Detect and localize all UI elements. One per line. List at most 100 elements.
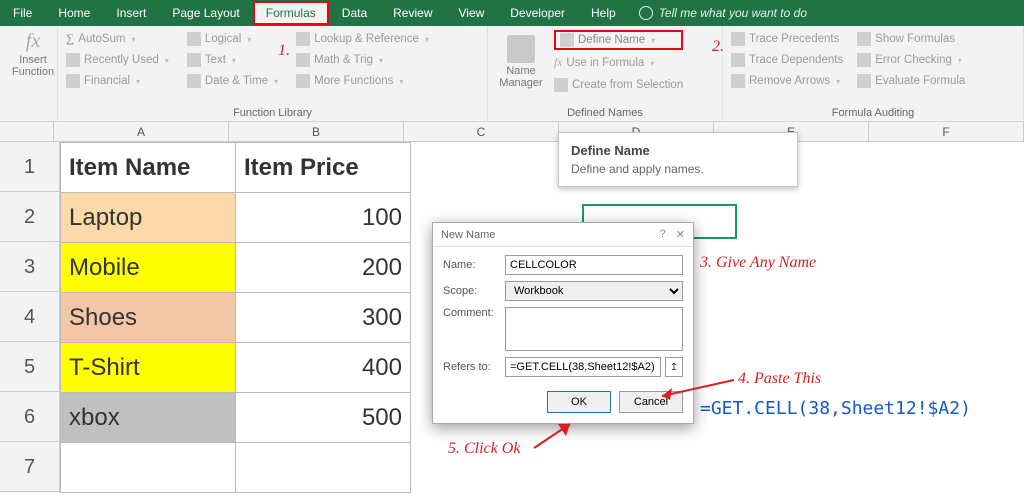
group-insert-function: fx Insert Function [0,26,58,121]
group-label-library: Function Library [66,105,479,119]
col-header-B[interactable]: B [229,122,404,141]
label-name: Name: [443,259,499,271]
label-scope: Scope: [443,285,499,297]
group-label-names: Defined Names [496,105,714,119]
dialog-titlebar[interactable]: New Name ? ✕ [433,223,693,247]
lookup-icon [296,32,310,46]
ribbon-tabs: File Home Insert Page Layout Formulas Da… [0,0,1024,26]
math-button[interactable]: Math & Trig [296,51,429,69]
cell[interactable]: 200 [236,243,411,293]
cell[interactable]: T-Shirt [61,343,236,393]
more-icon [296,74,310,88]
select-all-corner[interactable] [0,122,54,141]
create-from-selection-button[interactable]: Create from Selection [554,76,683,94]
define-name-button[interactable]: Define Name [554,30,683,50]
show-icon [857,32,871,46]
recent-icon [66,53,80,67]
dialog-title: New Name [441,229,495,241]
tab-help[interactable]: Help [578,0,629,26]
sigma-icon: ∑ [66,33,74,45]
show-formulas-button[interactable]: Show Formulas [857,30,965,48]
cell[interactable]: Mobile [61,243,236,293]
tab-pagelayout[interactable]: Page Layout [159,0,252,26]
more-button[interactable]: More Functions [296,72,429,90]
collapse-dialog-button[interactable]: ↥ [665,357,683,377]
tab-file[interactable]: File [0,0,45,26]
cell[interactable]: Item Price [236,143,411,193]
cell[interactable]: 100 [236,193,411,243]
tab-data[interactable]: Data [329,0,380,26]
label-comment: Comment: [443,307,499,319]
trace-precedents-button[interactable]: Trace Precedents [731,30,843,48]
row-headers: 1234567 [0,142,60,493]
row-header-4[interactable]: 4 [0,292,59,342]
insert-function-button[interactable]: fx Insert Function [8,30,58,78]
text-icon [187,53,201,67]
autosum-button[interactable]: ∑AutoSum [66,30,169,48]
tooltip-title: Define Name [571,143,785,158]
name-input[interactable] [505,255,683,275]
precedents-icon [731,32,745,46]
name-manager-button[interactable]: Name Manager [496,30,546,94]
close-icon[interactable]: ✕ [676,228,685,241]
cell[interactable] [61,443,236,493]
row-header-1[interactable]: 1 [0,142,59,192]
financial-button[interactable]: Financial [66,72,169,90]
col-header-C[interactable]: C [404,122,559,141]
define-name-tooltip: Define Name Define and apply names. [558,132,798,187]
sheet-table[interactable]: Item NameItem PriceLaptop100Mobile200Sho… [60,142,411,493]
comment-input[interactable] [505,307,683,351]
label-refers: Refers to: [443,361,499,373]
cell[interactable]: Shoes [61,293,236,343]
row-header-6[interactable]: 6 [0,392,59,442]
trace-dependents-button[interactable]: Trace Dependents [731,51,843,69]
recent-button[interactable]: Recently Used [66,51,169,69]
refers-to-input[interactable] [505,357,661,377]
group-formula-auditing: Trace Precedents Trace Dependents Remove… [723,26,1024,121]
evaluate-formula-button[interactable]: Evaluate Formula [857,72,965,90]
cancel-button[interactable]: Cancel [619,391,683,413]
row-header-3[interactable]: 3 [0,242,59,292]
ok-button[interactable]: OK [547,391,611,413]
remove-arrows-button[interactable]: Remove Arrows [731,72,843,90]
cell[interactable]: 500 [236,393,411,443]
col-header-F[interactable]: F [869,122,1024,141]
datetime-button[interactable]: Date & Time [187,72,278,90]
group-label-audit: Formula Auditing [731,105,1015,119]
tab-review[interactable]: Review [380,0,445,26]
selection-icon [554,78,568,92]
row-header-7[interactable]: 7 [0,442,59,492]
tab-insert[interactable]: Insert [103,0,159,26]
cell[interactable]: Item Name [61,143,236,193]
financial-icon [66,74,80,88]
cell[interactable]: 400 [236,343,411,393]
scope-select[interactable]: Workbook [505,281,683,301]
logical-icon [187,32,201,46]
row-header-2[interactable]: 2 [0,192,59,242]
use-in-formula-button[interactable]: fxUse in Formula [554,54,683,72]
tab-view[interactable]: View [446,0,498,26]
tell-me-search[interactable]: Tell me what you want to do [639,6,807,20]
fx-icon: fx [26,30,40,52]
lookup-button[interactable]: Lookup & Reference [296,30,429,48]
bulb-icon [639,6,653,20]
tab-developer[interactable]: Developer [497,0,578,26]
help-icon[interactable]: ? [660,228,666,241]
error-icon [857,53,871,67]
col-header-A[interactable]: A [54,122,229,141]
group-function-library: ∑AutoSum Recently Used Financial Logical… [58,26,488,121]
cell[interactable]: xbox [61,393,236,443]
logical-button[interactable]: Logical [187,30,278,48]
tab-home[interactable]: Home [45,0,103,26]
text-button[interactable]: Text [187,51,278,69]
row-header-5[interactable]: 5 [0,342,59,392]
error-checking-button[interactable]: Error Checking [857,51,965,69]
new-name-dialog: New Name ? ✕ Name: Scope: Workbook Commen… [432,222,694,424]
tab-formulas[interactable]: Formulas [253,1,329,25]
cell[interactable]: Laptop [61,193,236,243]
cell[interactable]: 300 [236,293,411,343]
dependents-icon [731,53,745,67]
cell[interactable] [236,443,411,493]
group-defined-names: Name Manager Define Name fxUse in Formul… [488,26,723,121]
fx-small-icon: fx [554,57,562,69]
